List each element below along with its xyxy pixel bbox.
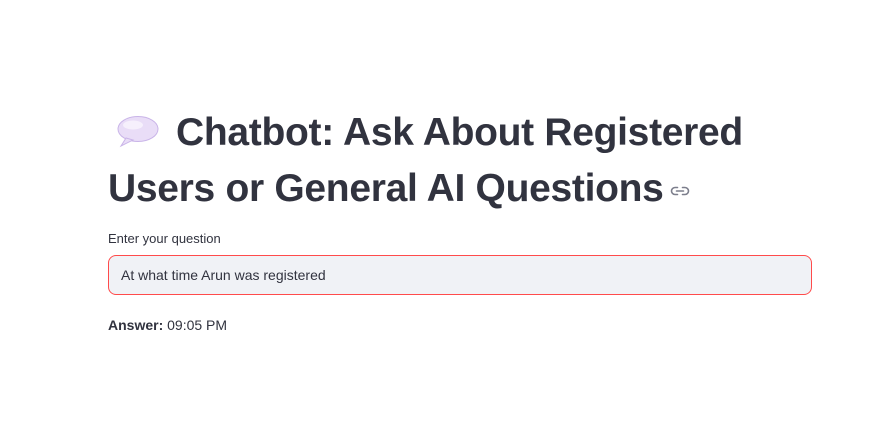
- title-line-1: Chatbot: Ask About Registered: [176, 111, 743, 154]
- answer-value: 09:05 PM: [167, 317, 228, 333]
- question-label: Enter your question: [108, 231, 221, 246]
- page-title: Chatbot: Ask About Registered Users or G…: [108, 106, 812, 216]
- answer-label: Answer:: [108, 317, 164, 333]
- answer-output: Answer: 09:05 PM: [108, 316, 227, 334]
- question-input-container[interactable]: [108, 255, 812, 295]
- link-icon[interactable]: [670, 160, 690, 196]
- title-line-2: Users or General AI Questions: [108, 167, 664, 210]
- question-input[interactable]: [109, 256, 801, 294]
- main-content: Chatbot: Ask About Registered Users or G…: [108, 106, 812, 333]
- speech-balloon-icon: [116, 115, 160, 149]
